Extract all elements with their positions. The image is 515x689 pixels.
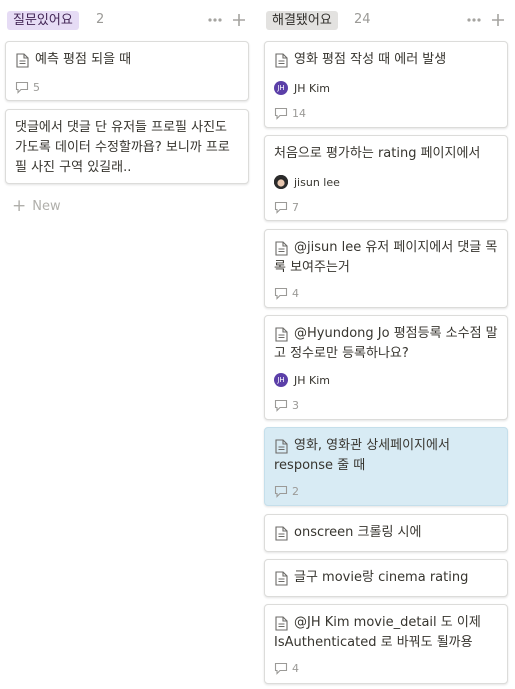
assignee: JH JH Kim — [274, 80, 330, 96]
comment-icon — [274, 485, 288, 498]
comment-icon — [274, 399, 288, 412]
column-header: 해결됐어요 24 — [264, 0, 510, 40]
comment-count: 7 — [274, 200, 299, 215]
more-options-icon[interactable] — [207, 12, 223, 28]
avatar: JH — [274, 81, 288, 95]
card-title: 영화, 영화관 상세페이지에서 response 줄 때 — [274, 438, 450, 473]
board-card[interactable]: @Hyundong Jo 평점등록 소수점 말고 정수로만 등록하나요? JH … — [264, 315, 508, 420]
board-card[interactable]: onscreen 크롤링 시에 — [264, 514, 508, 552]
comment-icon — [274, 201, 288, 214]
avatar — [274, 175, 288, 189]
comment-count: 3 — [274, 398, 299, 413]
add-card-icon[interactable] — [490, 12, 506, 28]
column-title-badge[interactable]: 질문있어요 — [7, 11, 79, 30]
assignee: JH JH Kim — [274, 372, 330, 388]
board-card[interactable]: @JH Kim movie_detail 도 이제 IsAuthenticate… — [264, 604, 508, 684]
add-card-icon[interactable] — [231, 12, 247, 28]
board-card[interactable]: 댓글에서 댓글 단 유저들 프로필 사진도 가도록 데이터 수정할까욥? 보니까… — [5, 109, 249, 184]
card-title: 댓글에서 댓글 단 유저들 프로필 사진도 가도록 데이터 수정할까욥? 보니까… — [15, 120, 230, 175]
card-title: 영화 평점 작성 때 에러 발생 — [294, 52, 447, 67]
more-options-icon[interactable] — [466, 12, 482, 28]
comment-icon — [15, 81, 29, 94]
comment-icon — [274, 107, 288, 120]
column-count: 24 — [354, 12, 371, 27]
card-title: 처음으로 평가하는 rating 페이지에서 — [274, 146, 481, 161]
card-title: 예측 평점 되을 때 — [35, 52, 132, 67]
card-title: onscreen 크롤링 시에 — [294, 525, 422, 540]
assignee-name: JH Kim — [294, 81, 330, 95]
board-card[interactable]: @jisun lee 유저 페이지에서 댓글 목록 보여주는거 4 — [264, 229, 508, 308]
board-card[interactable]: 예측 평점 되을 때 5 — [5, 41, 249, 101]
assignee: jisun lee — [274, 174, 340, 190]
board-card-selected[interactable]: 영화, 영화관 상세페이지에서 response 줄 때 2 — [264, 427, 508, 506]
column-count: 2 — [96, 12, 105, 27]
plus-icon: + — [12, 196, 27, 216]
column-title-badge[interactable]: 해결됐어요 — [266, 11, 338, 30]
board-card[interactable]: 글구 movie랑 cinema rating — [264, 559, 508, 597]
assignee-name: JH Kim — [294, 373, 330, 387]
card-title: @JH Kim movie_detail 도 이제 IsAuthenticate… — [274, 615, 481, 650]
comment-count: 4 — [274, 661, 299, 676]
comment-icon — [274, 287, 288, 300]
user-photo-icon — [274, 175, 288, 189]
column-questions: 질문있어요 2 예측 평점 되을 때 5 댓글에서 댓글 단 유저들 프로필 사… — [5, 0, 251, 215]
new-card-button[interactable]: + New — [12, 198, 61, 215]
comment-count: 2 — [274, 484, 299, 499]
board-card[interactable]: 처음으로 평가하는 rating 페이지에서 jisun lee 7 — [264, 135, 508, 221]
board-card[interactable]: 영화 평점 작성 때 에러 발생 JH JH Kim 14 — [264, 41, 508, 128]
card-title: @Hyundong Jo 평점등록 소수점 말고 정수로만 등록하나요? — [274, 326, 498, 361]
card-title: 글구 movie랑 cinema rating — [294, 570, 469, 585]
comment-count: 14 — [274, 106, 306, 121]
column-resolved: 해결됐어요 24 영화 평점 작성 때 에러 발생 JH JH Kim 14 처… — [264, 0, 510, 684]
avatar: JH — [274, 373, 288, 387]
comment-count: 5 — [15, 80, 40, 95]
card-title: @jisun lee 유저 페이지에서 댓글 목록 보여주는거 — [274, 240, 498, 275]
comment-icon — [274, 662, 288, 675]
assignee-name: jisun lee — [294, 175, 340, 189]
comment-count: 4 — [274, 286, 299, 301]
column-header: 질문있어요 2 — [5, 0, 251, 40]
